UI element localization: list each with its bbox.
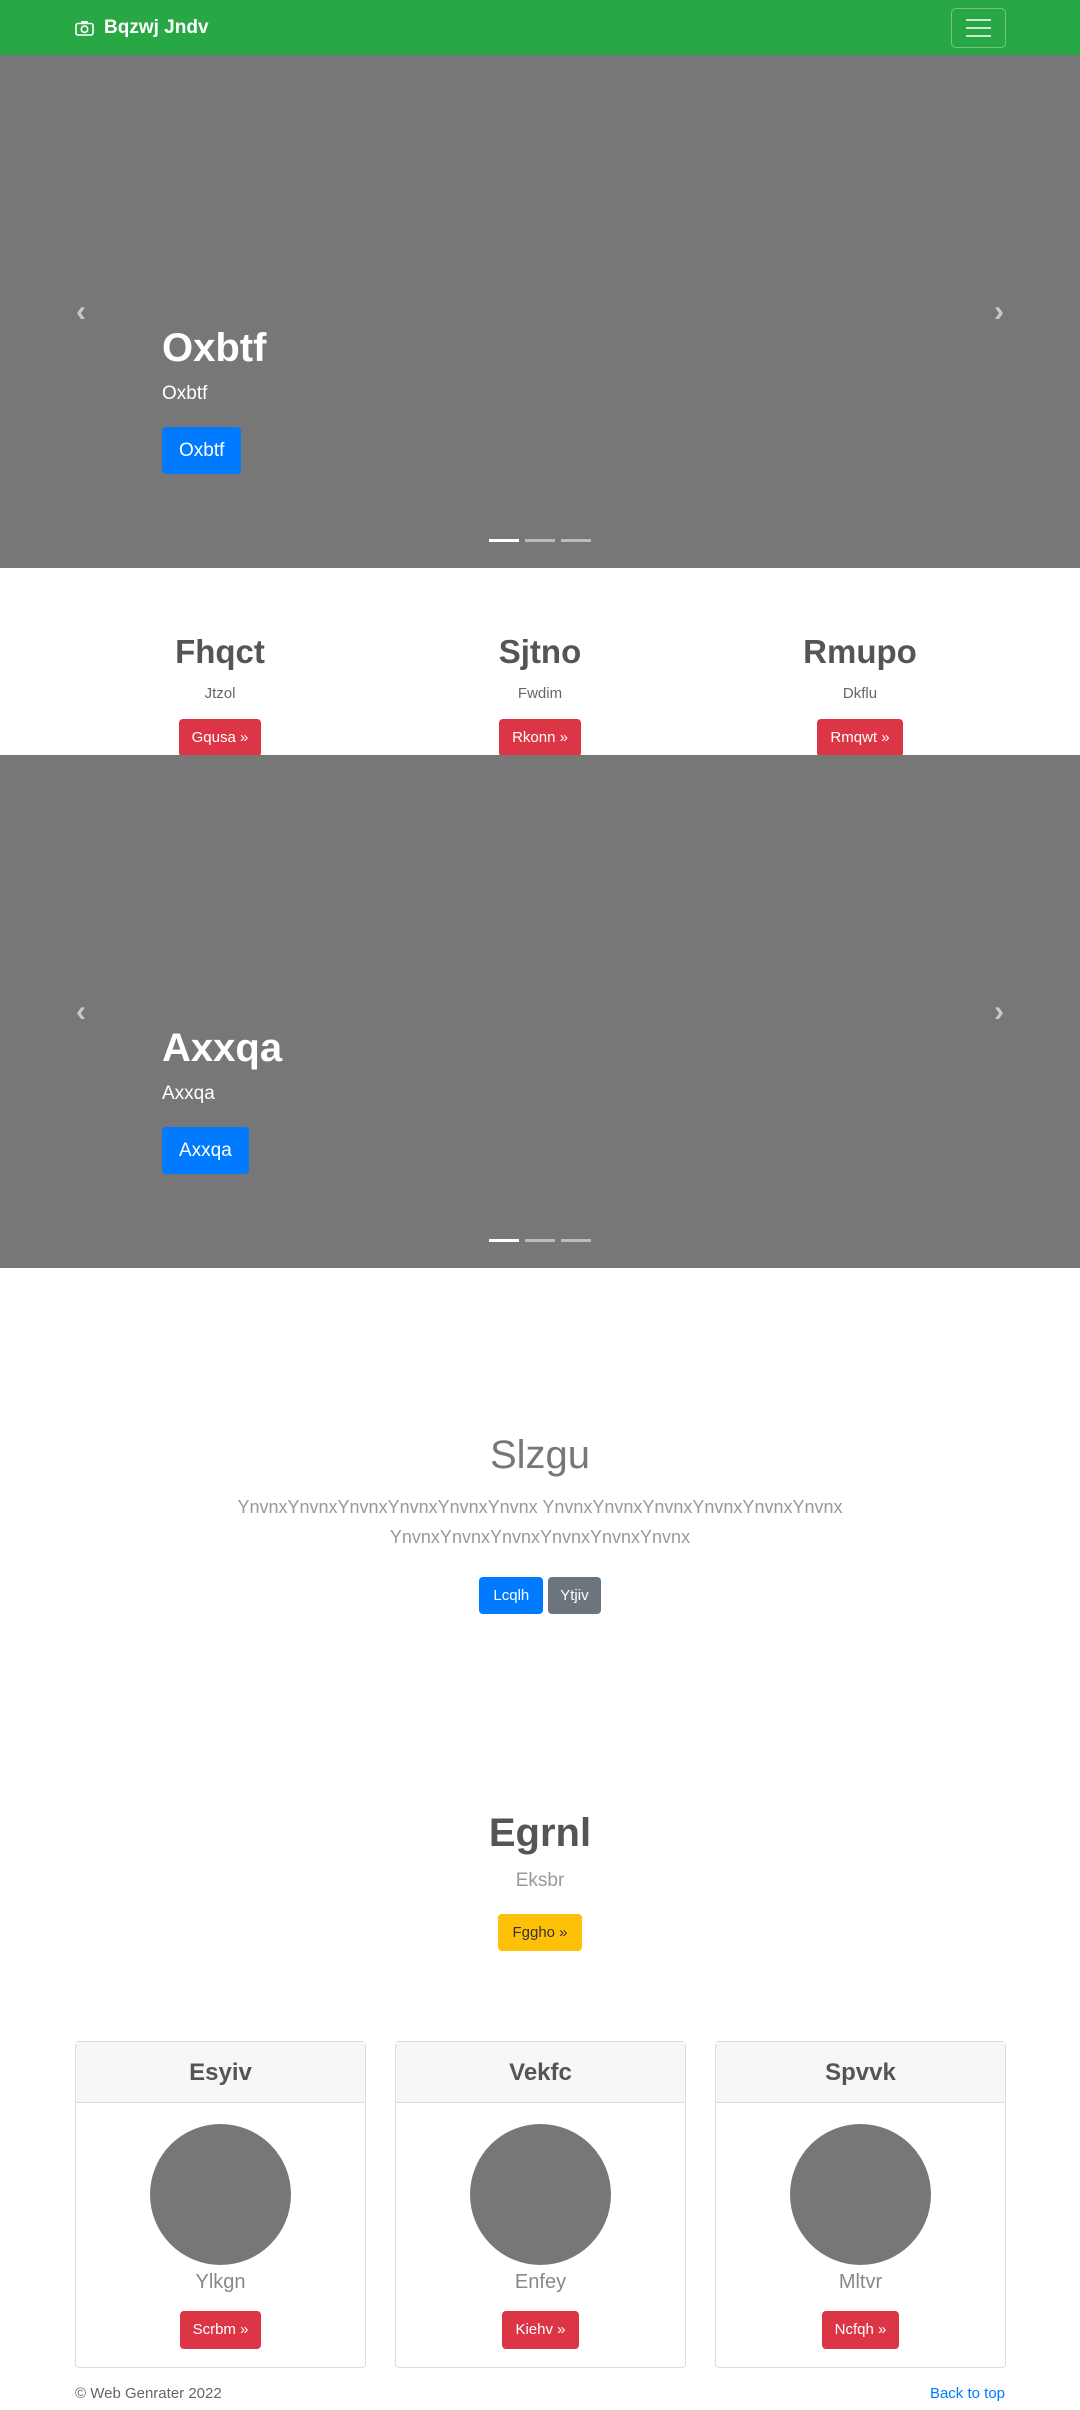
card-button[interactable]: Scrbm » [179, 2311, 262, 2349]
carousel-indicator[interactable] [561, 539, 591, 542]
carousel-subtitle: Oxbtf [162, 383, 208, 404]
primary-button[interactable]: Lcqlh [479, 1577, 544, 1614]
card-name: Ylkgn [195, 2271, 246, 2293]
chevron-left-icon[interactable]: ‹ [66, 996, 96, 1027]
navbar: Bqzwj Jndv [0, 0, 1080, 55]
chevron-right-icon[interactable]: › [984, 296, 1014, 327]
carousel-indicator[interactable] [525, 1239, 555, 1242]
card: Vekfc Enfey Kiehv » [395, 2041, 686, 2368]
avatar [470, 2124, 611, 2265]
column-button[interactable]: Rmqwt » [817, 719, 903, 757]
feature-section: Egrnl Eksbr Fggho » [0, 1808, 1080, 1951]
carousel-indicator[interactable] [489, 539, 519, 542]
column-button[interactable]: Gqusa » [178, 719, 262, 757]
avatar [790, 2124, 931, 2265]
column-button[interactable]: Rkonn » [499, 719, 581, 757]
jumbotron-text: YnvnxYnvnxYnvnxYnvnxYnvnxYnvnx YnvnxYnvn… [237, 1497, 843, 1547]
footer: © Web Genrater 2022 Back to top [0, 2385, 1080, 2410]
feature-button[interactable]: Fggho » [498, 1914, 582, 1951]
card-button[interactable]: Kiehv » [502, 2311, 579, 2349]
brand-link[interactable]: Bqzwj Jndv [75, 0, 209, 55]
chevron-left-icon[interactable]: ‹ [66, 296, 96, 327]
column-text: Jtzol [204, 685, 236, 702]
carousel-button[interactable]: Oxbtf [162, 427, 242, 474]
hamburger-icon-bar [966, 27, 991, 29]
carousel-subtitle: Axxqa [162, 1083, 215, 1104]
jumbotron: Slzgu YnvnxYnvnxYnvnxYnvnxYnvnxYnvnx Ynv… [0, 1430, 1080, 1614]
hamburger-icon-bar [966, 35, 991, 37]
carousel-indicators [489, 1239, 591, 1242]
chevron-right-icon[interactable]: › [984, 996, 1014, 1027]
jumbotron-title: Slzgu [489, 1433, 591, 1477]
feature-text: Eksbr [515, 1870, 565, 1891]
avatar [150, 2124, 291, 2265]
secondary-button[interactable]: Ytjiv [548, 1577, 601, 1614]
column-title: Sjtno [498, 633, 582, 670]
camera-icon [75, 20, 94, 36]
column-text: Fwdim [517, 685, 563, 702]
brand-name: Bqzwj Jndv [104, 16, 209, 38]
column-1: Fhqct Jtzol Gqusa » [120, 630, 320, 757]
card-header: Vekfc [396, 2042, 685, 2103]
card: Spvvk Mltvr Ncfqh » [715, 2041, 1006, 2368]
feature-title: Egrnl [488, 1811, 592, 1855]
carousel-caption: Axxqa Axxqa Axxqa [162, 1023, 282, 1174]
column-text: Dkflu [842, 685, 878, 702]
card-header: Spvvk [716, 2042, 1005, 2103]
carousel-title: Axxqa [162, 1026, 283, 1070]
column-2: Sjtno Fwdim Rkonn » [440, 630, 640, 757]
carousel-caption: Oxbtf Oxbtf Oxbtf [162, 323, 266, 474]
carousel-indicators [489, 539, 591, 542]
column-title: Fhqct [175, 633, 265, 670]
card-button[interactable]: Ncfqh » [821, 2311, 900, 2349]
card-name: Enfey [514, 2271, 567, 2293]
carousel-indicator[interactable] [561, 1239, 591, 1242]
card-name: Mltvr [838, 2271, 883, 2293]
hero-carousel: ‹ › Oxbtf Oxbtf Oxbtf [0, 55, 1080, 568]
card: Esyiv Ylkgn Scrbm » [75, 2041, 366, 2368]
carousel-indicator[interactable] [525, 539, 555, 542]
carousel-title: Oxbtf [162, 326, 267, 370]
carousel-button[interactable]: Axxqa [162, 1127, 249, 1174]
card-header: Esyiv [76, 2042, 365, 2103]
menu-toggle-button[interactable] [951, 8, 1006, 48]
column-title: Rmupo [803, 633, 917, 670]
hamburger-icon-bar [966, 19, 991, 21]
column-3: Rmupo Dkflu Rmqwt » [760, 630, 960, 757]
jumbotron-buttons: Lcqlh Ytjiv [0, 1577, 1080, 1614]
back-to-top-link[interactable]: Back to top [930, 2385, 1005, 2402]
carousel-indicator[interactable] [489, 1239, 519, 1242]
copyright-text: © Web Genrater 2022 [75, 2385, 222, 2402]
second-carousel: ‹ › Axxqa Axxqa Axxqa [0, 755, 1080, 1268]
